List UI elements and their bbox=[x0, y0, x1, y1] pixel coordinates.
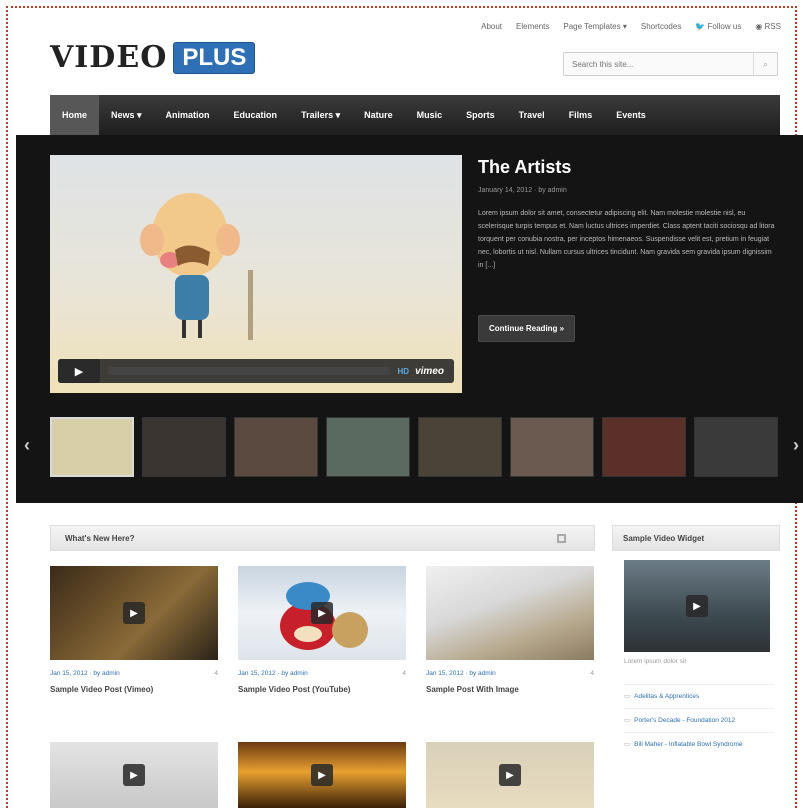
nav-music[interactable]: Music bbox=[405, 95, 455, 135]
video-camera-icon: ▭ bbox=[624, 693, 631, 700]
video-progress-bar[interactable] bbox=[108, 367, 390, 375]
video-camera-icon: ▭ bbox=[624, 741, 631, 748]
nav-news[interactable]: News ▾ bbox=[99, 95, 154, 135]
nav-events[interactable]: Events bbox=[604, 95, 658, 135]
slider-next-icon[interactable]: › bbox=[793, 435, 799, 456]
site-logo[interactable]: VIDEO PLUS bbox=[50, 40, 256, 75]
nav-home[interactable]: Home bbox=[50, 95, 100, 135]
video-controls: ▶ HD vimeo bbox=[58, 359, 454, 383]
slider-thumbnail[interactable] bbox=[602, 417, 686, 477]
play-icon[interactable]: ▶ bbox=[311, 602, 333, 624]
post-thumbnail[interactable]: ▶ bbox=[50, 566, 218, 660]
widget-title: Sample Video Widget bbox=[623, 533, 705, 543]
logo-badge: PLUS bbox=[173, 41, 256, 74]
play-icon[interactable]: ▶ bbox=[123, 602, 145, 624]
post-card: Jan 15, 2012 · by admin 4 Sample Post Wi… bbox=[426, 566, 594, 694]
nav-sports[interactable]: Sports bbox=[454, 95, 507, 135]
slider-thumbnail[interactable] bbox=[510, 417, 594, 477]
nav-education[interactable]: Education bbox=[222, 95, 290, 135]
post-card: ▶ Jan 15, 2012 · by admin 4 Sample Video… bbox=[50, 566, 218, 694]
toplink-about[interactable]: About bbox=[481, 22, 502, 31]
continue-reading-button[interactable]: Continue Reading » bbox=[478, 315, 576, 342]
widget-video-link[interactable]: ▭ Adelitas & Apprentices bbox=[624, 684, 774, 708]
toplink-elements[interactable]: Elements bbox=[516, 22, 549, 31]
post-card: ▶ Jan 15, 2012 · by admin 4 Sample Video… bbox=[238, 566, 406, 694]
comment-count[interactable]: 4 bbox=[590, 670, 594, 677]
toplink-page-templates[interactable]: Page Templates ▾ bbox=[563, 22, 626, 31]
featured-video-player[interactable]: ▶ HD vimeo bbox=[50, 155, 462, 393]
nav-films[interactable]: Films bbox=[557, 95, 605, 135]
featured-title[interactable]: The Artists bbox=[478, 157, 571, 178]
play-icon[interactable]: ▶ bbox=[58, 359, 100, 383]
section-header: What's New Here? bbox=[50, 525, 595, 551]
post-thumbnail[interactable]: ▶ bbox=[238, 566, 406, 660]
slider-prev-icon[interactable]: ‹ bbox=[24, 435, 30, 456]
nav-animation[interactable]: Animation bbox=[154, 95, 222, 135]
featured-meta: January 14, 2012 · by admin bbox=[478, 187, 567, 194]
widget-video-player[interactable]: ▶ bbox=[624, 560, 770, 652]
nav-trailers[interactable]: Trailers ▾ bbox=[289, 95, 352, 135]
hd-toggle[interactable]: HD bbox=[398, 367, 416, 376]
video-frame-character bbox=[140, 193, 253, 340]
section-title: What's New Here? bbox=[65, 533, 135, 543]
post-meta: Jan 15, 2012 · by admin 4 bbox=[426, 670, 594, 677]
post-title[interactable]: Sample Post With Image bbox=[426, 685, 594, 694]
grid-view-icon[interactable] bbox=[557, 534, 566, 543]
slider-thumbnail[interactable] bbox=[326, 417, 410, 477]
toplink-rss[interactable]: ◉ RSS bbox=[755, 22, 781, 31]
post-title[interactable]: Sample Video Post (YouTube) bbox=[238, 685, 406, 694]
toplink-shortcodes[interactable]: Shortcodes bbox=[641, 22, 681, 31]
vimeo-logo[interactable]: vimeo bbox=[415, 366, 454, 377]
post-card: ▶ bbox=[50, 742, 218, 808]
slider-thumbnails bbox=[50, 417, 778, 477]
widget-video-link[interactable]: ▭ Bill Maher - Inflatable Bowl Syndrome bbox=[624, 732, 774, 756]
post-thumbnail[interactable]: ▶ bbox=[238, 742, 406, 808]
logo-word: VIDEO bbox=[50, 40, 168, 75]
top-links: About Elements Page Templates ▾ Shortcod… bbox=[481, 22, 781, 31]
play-icon[interactable]: ▶ bbox=[311, 764, 333, 786]
search-input[interactable] bbox=[564, 59, 753, 69]
post-thumbnail[interactable]: ▶ bbox=[50, 742, 218, 808]
post-meta: Jan 15, 2012 · by admin 4 bbox=[50, 670, 218, 677]
featured-slider: ▶ HD vimeo The Artists January 14, 2012 … bbox=[16, 135, 803, 503]
video-camera-icon: ▭ bbox=[624, 717, 631, 724]
rss-icon: ◉ bbox=[755, 22, 763, 31]
slider-thumbnail[interactable] bbox=[50, 417, 134, 477]
bird-icon: 🐦 bbox=[695, 22, 706, 31]
slider-thumbnail[interactable] bbox=[418, 417, 502, 477]
main-nav: Home News ▾ Animation Education Trailers… bbox=[50, 95, 780, 135]
post-meta: Jan 15, 2012 · by admin 4 bbox=[238, 670, 406, 677]
toplink-follow-us[interactable]: 🐦 Follow us bbox=[695, 22, 741, 31]
comment-count[interactable]: 4 bbox=[214, 670, 218, 677]
play-icon[interactable]: ▶ bbox=[499, 764, 521, 786]
slider-thumbnail[interactable] bbox=[234, 417, 318, 477]
post-title[interactable]: Sample Video Post (Vimeo) bbox=[50, 685, 218, 694]
nav-travel[interactable]: Travel bbox=[507, 95, 557, 135]
featured-excerpt: Lorem ipsum dolor sit amet, consectetur … bbox=[478, 210, 775, 269]
widget-header: Sample Video Widget bbox=[612, 525, 780, 551]
slider-thumbnail[interactable] bbox=[694, 417, 778, 477]
post-thumbnail[interactable] bbox=[426, 566, 594, 660]
play-icon[interactable]: ▶ bbox=[686, 595, 708, 617]
comment-count[interactable]: 4 bbox=[402, 670, 406, 677]
slider-thumbnail[interactable] bbox=[142, 417, 226, 477]
post-card: ▶ bbox=[426, 742, 594, 808]
post-thumbnail[interactable]: ▶ bbox=[426, 742, 594, 808]
nav-nature[interactable]: Nature bbox=[352, 95, 405, 135]
play-icon[interactable]: ▶ bbox=[123, 764, 145, 786]
search-box: ⌕ bbox=[563, 52, 778, 76]
search-icon[interactable]: ⌕ bbox=[753, 53, 777, 75]
widget-video-link[interactable]: ▭ Porter's Decade - Foundation 2012 bbox=[624, 708, 774, 732]
widget-video-list: ▭ Adelitas & Apprentices ▭ Porter's Decade… bbox=[624, 684, 774, 756]
post-card: ▶ bbox=[238, 742, 406, 808]
widget-caption: Lorem ipsum dolor sit bbox=[624, 658, 687, 665]
